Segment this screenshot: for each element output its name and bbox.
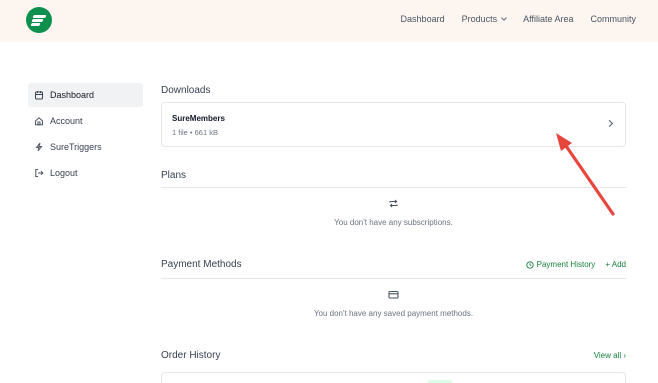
download-item-meta: 1 file • 661 kB <box>172 128 218 137</box>
nav-affiliate-area[interactable]: Affiliate Area <box>523 14 573 24</box>
payment-actions: Payment History + Add <box>525 260 626 269</box>
plans-empty-state: You don't have any subscriptions. <box>161 198 626 227</box>
nav-dashboard[interactable]: Dashboard <box>401 14 445 24</box>
bolt-icon <box>35 142 43 152</box>
sidebar-item-logout[interactable]: Logout <box>28 161 143 185</box>
brand-logo[interactable] <box>26 7 52 33</box>
chevron-down-icon <box>501 15 507 21</box>
order-history-title: Order History <box>161 350 221 361</box>
payment-methods-title: Payment Methods <box>161 259 242 270</box>
sidebar-item-suretriggers[interactable]: SureTriggers <box>28 135 143 159</box>
payment-divider <box>161 278 626 279</box>
plans-empty-text: You don't have any subscriptions. <box>334 218 453 227</box>
add-payment-method-button[interactable]: + Add <box>605 260 626 269</box>
nav-products[interactable]: Products <box>462 14 507 24</box>
repeat-icon <box>389 199 398 208</box>
payment-history-link[interactable]: Payment History <box>525 260 596 269</box>
sidebar-item-label: SureTriggers <box>50 142 102 152</box>
sidebar-item-label: Dashboard <box>50 90 95 100</box>
download-item-name: SureMembers <box>172 114 225 123</box>
nav-community[interactable]: Community <box>590 14 636 24</box>
plans-title: Plans <box>161 170 187 181</box>
order-history-card <box>161 372 626 383</box>
sidebar-item-account[interactable]: Account <box>28 109 143 133</box>
payment-methods-header: Payment Methods Payment History + Add <box>161 259 626 270</box>
clock-icon <box>525 260 534 269</box>
download-item-card[interactable]: SureMembers 1 file • 661 kB <box>161 102 626 147</box>
payment-empty-text: You don't have any saved payment methods… <box>313 309 474 318</box>
logout-icon <box>35 169 44 177</box>
plans-divider <box>161 187 626 188</box>
top-bar: Dashboard Products Affiliate Area Commun… <box>0 0 658 42</box>
sidebar-item-dashboard[interactable]: Dashboard <box>28 83 143 107</box>
sidebar: Dashboard Account SureTriggers Logout <box>28 83 143 187</box>
downloads-title: Downloads <box>161 85 211 96</box>
home-icon <box>35 117 43 126</box>
nav-products-label: Products <box>461 14 498 24</box>
annotation-arrow <box>556 133 615 216</box>
sidebar-item-label: Logout <box>50 168 78 178</box>
main-nav: Dashboard Products Affiliate Area Commun… <box>401 14 636 24</box>
downloads-header: Downloads <box>161 85 626 96</box>
order-actions: View all › <box>594 351 626 360</box>
view-all-orders-link[interactable]: View all › <box>594 351 626 360</box>
plans-header: Plans <box>161 170 626 181</box>
order-history-header: Order History View all › <box>161 350 626 361</box>
credit-card-icon <box>388 290 399 299</box>
sidebar-item-label: Account <box>50 116 83 126</box>
calendar-icon <box>35 91 43 100</box>
payment-empty-state: You don't have any saved payment methods… <box>161 289 626 318</box>
payment-history-label: Payment History <box>536 260 596 269</box>
